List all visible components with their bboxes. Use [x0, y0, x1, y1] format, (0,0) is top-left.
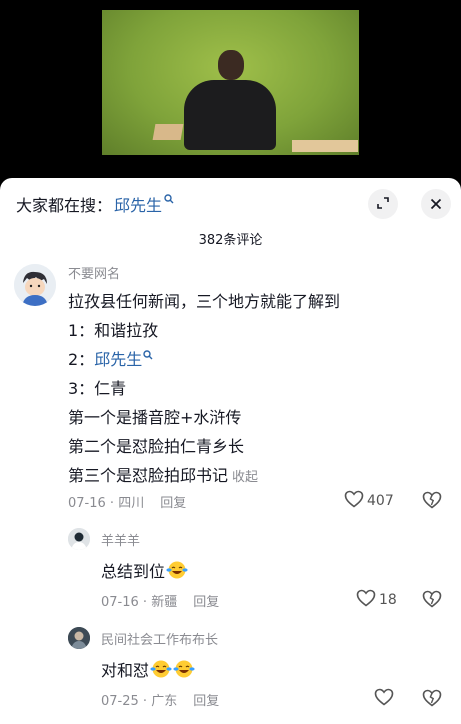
laugh-cry-emoji-icon	[150, 659, 172, 679]
comment-search-link[interactable]: 邱先生	[94, 350, 142, 369]
comment-sheet: 大家都在搜： 邱先生 382条评论 不要网名 拉孜县任何新闻，三个地方就能了解到…	[0, 178, 461, 724]
close-button[interactable]	[421, 189, 451, 219]
comment-text-line: 1：和谐拉孜	[68, 321, 159, 340]
comment-text-line: 第二个是怼脸拍仁青乡长	[68, 437, 245, 456]
heart-icon	[356, 589, 379, 611]
reply-meta: 07-25 · 广东 回复	[101, 694, 220, 709]
reply-avatar[interactable]	[68, 627, 90, 649]
like-button[interactable]	[374, 688, 397, 710]
reply-date: 07-16	[101, 595, 139, 610]
video-frame[interactable]	[102, 10, 359, 155]
comment-username[interactable]: 不要网名	[68, 263, 120, 282]
search-icon[interactable]	[164, 193, 174, 207]
comment-text-fragment: 2：	[68, 350, 95, 369]
expand-icon	[376, 195, 390, 214]
comment-text-fragment: 第三个是怼脸拍邱书记	[68, 466, 229, 485]
broken-heart-icon	[422, 590, 442, 612]
reply-button[interactable]: 回复	[193, 595, 219, 610]
comment-text-line: 第一个是播音腔+水浒传	[68, 408, 242, 427]
comment-text-line: 拉孜县任何新闻，三个地方就能了解到	[68, 292, 341, 311]
comment-location: 四川	[118, 496, 145, 511]
reply-button[interactable]: 回复	[160, 496, 186, 511]
dislike-button[interactable]	[422, 491, 442, 513]
reply-date: 07-25	[101, 694, 139, 709]
video-person-head	[218, 50, 244, 80]
comment-date: 07-16	[68, 496, 106, 511]
reply-username[interactable]: 民间社会工作布布长	[101, 629, 218, 648]
search-suggestion[interactable]: 大家都在搜： 邱先生	[16, 191, 174, 217]
video-box-left	[152, 124, 184, 140]
like-button[interactable]: 407	[344, 490, 394, 512]
reply-button[interactable]: 回复	[193, 694, 219, 709]
comment-count: 382条评论	[198, 233, 263, 248]
comment-meta: 07-16 · 四川 回复	[68, 496, 187, 511]
video-person-body	[184, 80, 276, 150]
reply-username[interactable]: 羊羊羊	[101, 530, 140, 549]
search-keyword[interactable]: 邱先生	[114, 192, 162, 216]
reply-location: 新疆	[151, 595, 178, 610]
dislike-button[interactable]	[422, 689, 442, 711]
like-count: 407	[367, 493, 394, 509]
close-icon	[430, 195, 442, 214]
heart-icon	[344, 490, 367, 512]
reply-text: 对和怼	[101, 657, 195, 681]
laugh-cry-emoji-icon	[173, 659, 195, 679]
video-box-right	[292, 140, 358, 152]
dislike-button[interactable]	[422, 590, 442, 612]
comment-text-line: 2：邱先生	[68, 346, 153, 370]
heart-icon	[374, 688, 397, 710]
reply-text: 总结到位	[101, 558, 188, 582]
like-button[interactable]: 18	[356, 589, 397, 611]
laugh-cry-emoji-icon	[166, 560, 188, 580]
like-count: 18	[379, 592, 397, 608]
video-player[interactable]	[0, 0, 461, 178]
collapse-button[interactable]: 收起	[232, 470, 258, 485]
expand-button[interactable]	[368, 189, 398, 219]
reply-text-content: 对和怼	[101, 661, 150, 680]
comment-text-line: 第三个是怼脸拍邱书记 收起	[68, 462, 258, 486]
avatar[interactable]	[14, 264, 56, 306]
reply-location: 广东	[151, 694, 178, 709]
search-icon[interactable]	[143, 350, 153, 363]
reply-text-content: 总结到位	[101, 562, 166, 581]
broken-heart-icon	[422, 689, 442, 711]
search-prefix: 大家都在搜：	[16, 196, 113, 215]
comment-text-line: 3：仁青	[68, 379, 127, 398]
reply-meta: 07-16 · 新疆 回复	[101, 595, 220, 610]
reply-avatar[interactable]	[68, 528, 90, 550]
broken-heart-icon	[422, 491, 442, 513]
